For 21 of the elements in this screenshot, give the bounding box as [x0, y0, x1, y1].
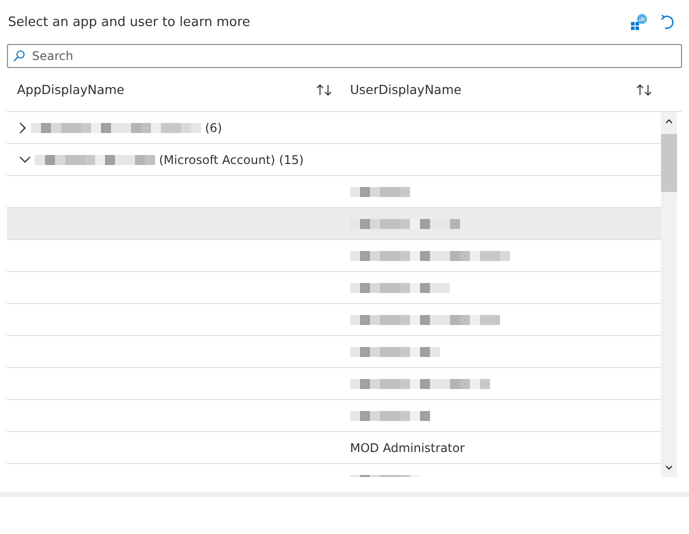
table-cell: MOD Administrator: [350, 440, 465, 454]
undo-icon[interactable]: [661, 14, 675, 30]
table-row[interactable]: MOD Administrator: [7, 432, 661, 464]
search-field[interactable]: Search: [7, 44, 682, 68]
group-label: (6): [205, 120, 222, 134]
group-label: (Microsoft Account) (15): [159, 152, 304, 166]
search-icon: [13, 50, 25, 62]
chevron-down-icon[interactable]: [19, 156, 31, 164]
scroll-thumb[interactable]: [661, 134, 677, 192]
column-header[interactable]: AppDisplayName: [17, 82, 124, 97]
chevron-right-icon[interactable]: [19, 122, 27, 134]
insights-icon[interactable]: [631, 14, 647, 30]
scroll-down-icon[interactable]: [665, 465, 673, 471]
redacted-name: [350, 186, 410, 196]
scrollbar[interactable]: [661, 112, 677, 477]
scroll-up-icon[interactable]: [665, 118, 673, 124]
sort-icon[interactable]: [316, 84, 332, 96]
table-row[interactable]: [7, 208, 661, 240]
sort-icon[interactable]: [636, 84, 652, 96]
panel-title: Select an app and user to learn more: [8, 14, 250, 30]
column-header[interactable]: UserDisplayName: [350, 82, 462, 97]
